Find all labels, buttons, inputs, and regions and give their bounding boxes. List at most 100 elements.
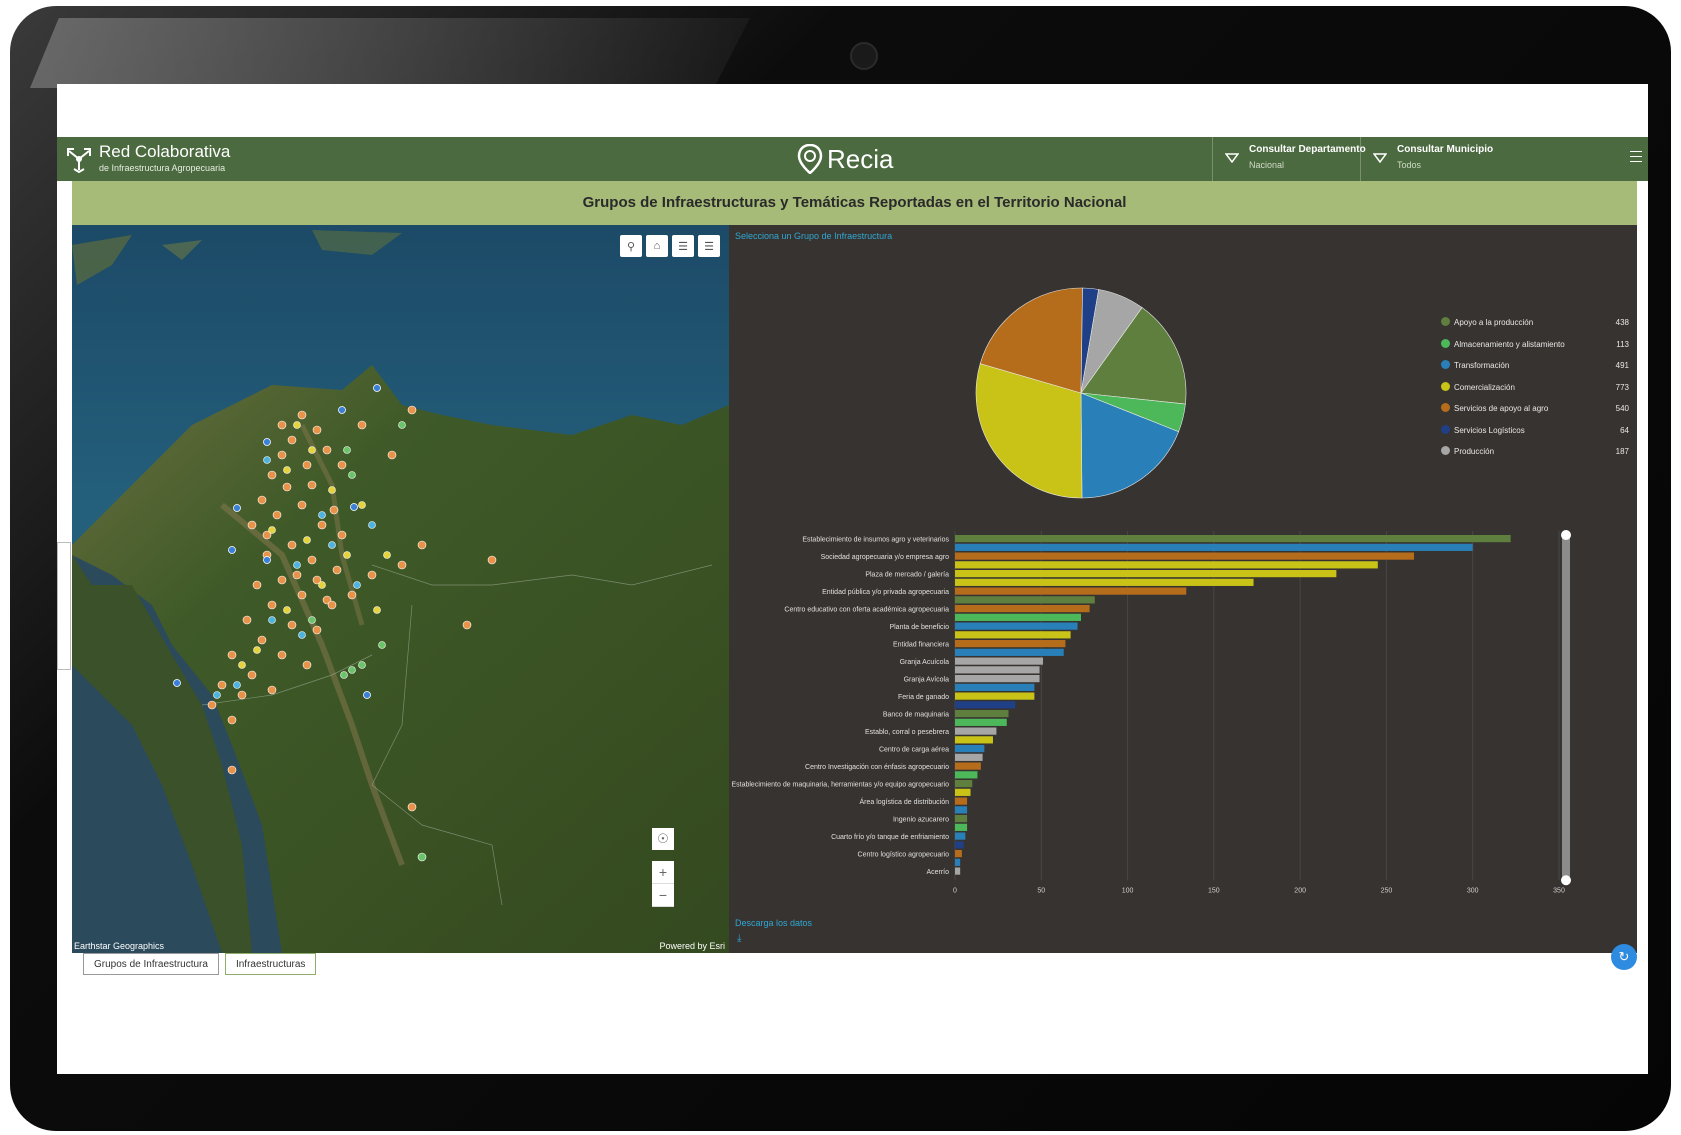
bar[interactable] — [955, 832, 966, 840]
bar[interactable] — [955, 622, 1078, 630]
y-tick-label: Entidad financiera — [893, 642, 949, 649]
bar[interactable] — [955, 587, 1187, 595]
chevron-down-icon — [1225, 153, 1239, 163]
x-tick-label: 0 — [953, 887, 957, 894]
bar[interactable] — [955, 850, 962, 858]
bar-chart[interactable]: 0 50 100 150 200 250 300 350 Establecimiento de … — [729, 521, 1637, 941]
bar[interactable] — [955, 736, 993, 744]
bar[interactable] — [955, 613, 1081, 621]
bar[interactable] — [955, 858, 961, 866]
search-icon[interactable]: ⚲ — [620, 235, 642, 257]
bar[interactable] — [955, 640, 1066, 648]
bar[interactable] — [955, 552, 1415, 560]
bar[interactable] — [955, 543, 1473, 551]
legend-swatch — [1441, 338, 1450, 348]
bar[interactable] — [955, 596, 1095, 604]
zoom-out-button[interactable]: − — [652, 884, 674, 907]
legend-value: 438 — [1615, 318, 1629, 327]
bar[interactable] — [955, 867, 961, 875]
legend-swatch — [1441, 403, 1450, 412]
y-tick-label: Ingenio azucarero — [893, 817, 949, 824]
bar[interactable] — [955, 648, 1064, 656]
dropdown-label: Consultar Departamento — [1249, 144, 1366, 155]
legend-item[interactable]: Producción 187 — [1441, 444, 1631, 466]
bar[interactable] — [955, 683, 1035, 691]
side-panel-handle[interactable] — [57, 542, 71, 670]
tab-infraestructuras[interactable]: Infraestructuras — [224, 953, 317, 975]
bar[interactable] — [955, 806, 968, 814]
bar[interactable] — [955, 745, 985, 753]
tab-grupos[interactable]: Grupos de Infraestructura — [83, 953, 219, 975]
bar[interactable] — [955, 718, 1007, 726]
bar[interactable] — [955, 762, 981, 770]
webcam — [850, 42, 878, 70]
satellite-map[interactable]: ⚲ ⌂ ☰ ☰ ☉ + − Earthstar Geographics Powe… — [72, 225, 729, 953]
brand-subtitle: de Infraestructura Agropecuaria — [99, 163, 226, 173]
y-tick-label: Cuarto frío y/o tanque de enfriamiento — [831, 834, 949, 841]
bar[interactable] — [955, 631, 1071, 639]
bar[interactable] — [955, 675, 1040, 683]
bar-scrollbar[interactable] — [1562, 533, 1570, 881]
legend-swatch — [1441, 360, 1450, 369]
y-tick-label: Planta de beneficio — [889, 624, 949, 631]
y-tick-label: Entidad pública y/o privada agropecuaria — [822, 589, 949, 596]
esri-attribution[interactable]: Powered by Esri — [659, 941, 725, 951]
y-tick-label: Centro logístico agropecuario — [858, 852, 950, 859]
zoom-in-button[interactable]: + — [652, 861, 674, 884]
dropdown-label: Consultar Municipio — [1397, 144, 1494, 155]
bar[interactable] — [955, 692, 1035, 700]
bar[interactable] — [955, 561, 1378, 569]
download-data-link[interactable]: Descarga los datos — [735, 918, 812, 928]
bar[interactable] — [955, 815, 968, 823]
legend-swatch — [1441, 317, 1450, 326]
bar[interactable] — [955, 823, 968, 831]
bar[interactable] — [955, 771, 978, 779]
bar[interactable] — [955, 535, 1511, 543]
departamento-dropdown[interactable]: Consultar Departamento Nacional — [1212, 137, 1366, 181]
download-icon[interactable]: ⤓ — [737, 933, 741, 944]
x-tick-label: 100 — [1122, 887, 1134, 894]
scroll-handle-top[interactable] — [1561, 530, 1571, 540]
list-icon[interactable]: ☰ — [672, 235, 694, 257]
recia-logo[interactable]: Recia — [797, 143, 893, 175]
bar[interactable] — [955, 710, 1009, 718]
bar[interactable] — [955, 657, 1044, 665]
bar[interactable] — [955, 605, 1090, 613]
map-canvas[interactable] — [72, 225, 729, 953]
y-tick-label: Establecimiento de maquinaria, herramien… — [731, 782, 949, 789]
bar[interactable] — [955, 701, 1016, 709]
y-tick-label: Centro de carga aérea — [879, 747, 949, 754]
legend-item[interactable]: Apoyo a la producción 438 — [1441, 315, 1631, 337]
bar[interactable] — [955, 797, 968, 805]
y-tick-label: Centro educativo con oferta académica ag… — [784, 607, 949, 614]
legend-item[interactable]: Servicios de apoyo al agro 540 — [1441, 401, 1631, 423]
bar[interactable] — [955, 570, 1337, 578]
scroll-handle-bottom[interactable] — [1561, 875, 1571, 886]
legend-value: 113 — [1616, 339, 1629, 349]
legend-item[interactable]: Comercialización 773 — [1441, 380, 1631, 402]
bar[interactable] — [955, 753, 983, 761]
bar[interactable] — [955, 727, 997, 735]
legend-item[interactable]: Transformación 491 — [1441, 358, 1631, 380]
bar[interactable] — [955, 780, 973, 788]
bar[interactable] — [955, 788, 971, 796]
legend-item[interactable]: Almacenamiento y alistamiento 113 — [1441, 337, 1631, 359]
bar[interactable] — [955, 666, 1040, 674]
y-tick-label: Acerrío — [926, 869, 949, 876]
legend-label: Apoyo a la producción — [1454, 318, 1534, 327]
y-tick-label: Feria de ganado — [898, 694, 949, 701]
bezel-shine — [30, 18, 750, 88]
legend-item[interactable]: Servicios Logísticos 64 — [1441, 423, 1631, 445]
top-bar: Red Colaborativa de Infraestructura Agro… — [57, 137, 1648, 181]
bar[interactable] — [955, 578, 1254, 586]
hamburger-menu-icon[interactable] — [1630, 151, 1642, 165]
legend-value: 187 — [1615, 447, 1629, 456]
bottom-tabs: Grupos de Infraestructura Infraestructur… — [83, 953, 317, 975]
dropdown-value: Todos — [1397, 160, 1422, 170]
locate-icon[interactable]: ☉ — [652, 828, 674, 850]
bar[interactable] — [955, 841, 964, 849]
home-icon[interactable]: ⌂ — [646, 235, 668, 257]
layers-icon[interactable]: ☰ — [698, 235, 720, 257]
municipio-dropdown[interactable]: Consultar Municipio Todos — [1360, 137, 1506, 181]
refresh-icon[interactable]: ↻ — [1611, 944, 1637, 970]
